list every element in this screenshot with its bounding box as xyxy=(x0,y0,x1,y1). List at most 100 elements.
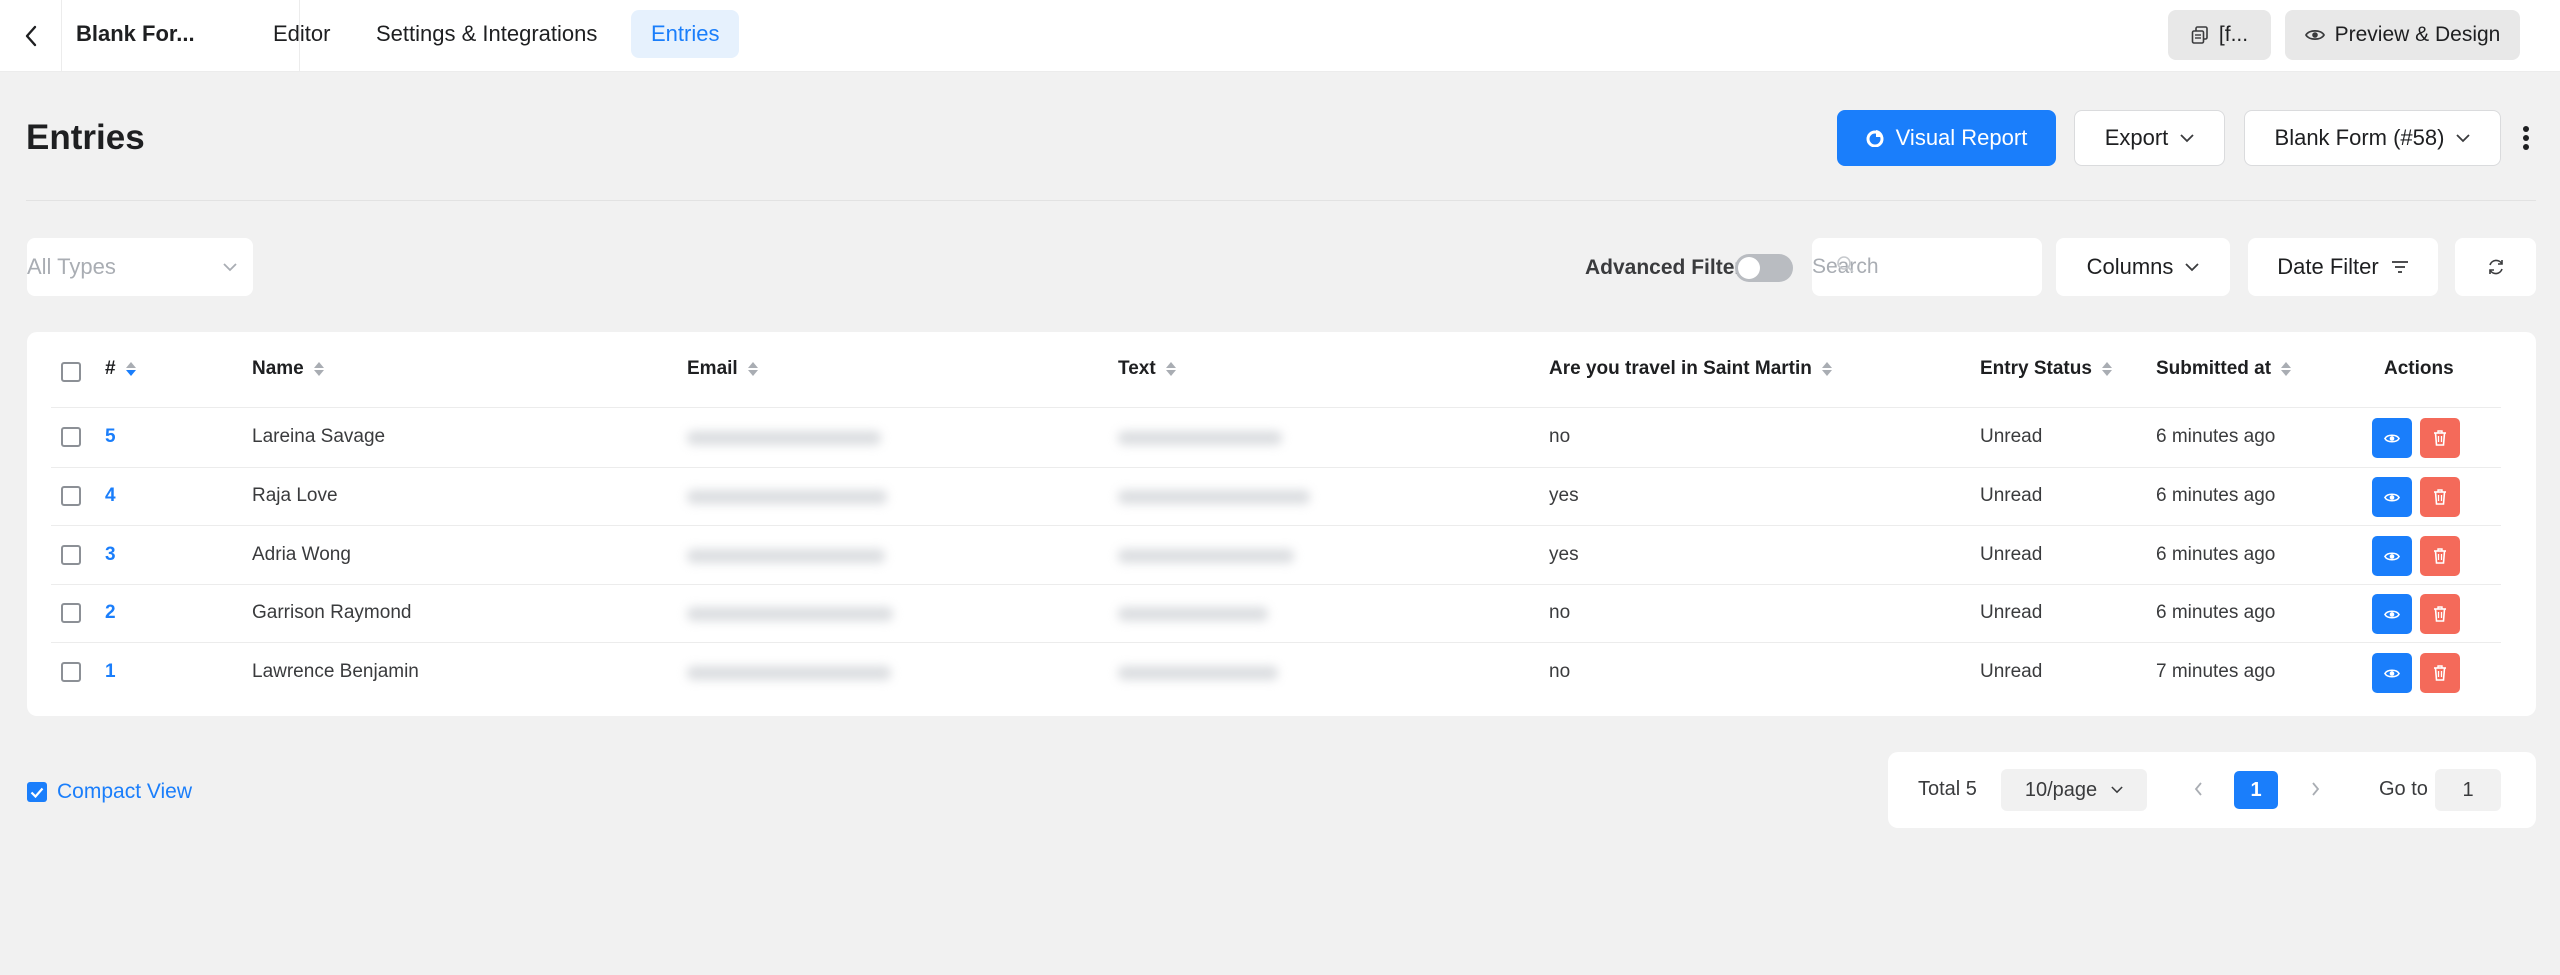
pagination: Total 5 10/page 1 Go to xyxy=(1888,752,2536,828)
entry-name: Lawrence Benjamin xyxy=(252,661,419,682)
back-button[interactable] xyxy=(0,0,62,72)
select-all-checkbox[interactable] xyxy=(61,362,81,382)
form-select-label: Blank Form (#58) xyxy=(2274,125,2445,150)
column-label: Actions xyxy=(2384,358,2454,379)
column-header-text[interactable]: Text xyxy=(1118,358,1176,380)
row-checkbox[interactable] xyxy=(61,603,81,623)
eye-icon xyxy=(2384,492,2400,502)
entry-name: Lareina Savage xyxy=(252,426,386,447)
column-header-id[interactable]: # xyxy=(105,358,136,380)
sort-icon xyxy=(125,362,136,376)
tab-editor[interactable]: Editor xyxy=(253,10,350,58)
entry-status: Unread xyxy=(1980,485,2043,506)
column-label: Name xyxy=(252,358,304,379)
entry-status: Unread xyxy=(1980,426,2043,447)
types-select[interactable]: All Types xyxy=(27,238,253,296)
next-page-button[interactable] xyxy=(2300,774,2330,804)
row-checkbox[interactable] xyxy=(61,662,81,682)
view-entry-button[interactable] xyxy=(2372,477,2412,517)
sort-icon xyxy=(1821,362,1832,376)
advanced-filter-label: Advanced Filter xyxy=(1585,256,1743,279)
column-label: Submitted at xyxy=(2156,358,2272,379)
row-divider xyxy=(51,642,2501,643)
entry-status: Unread xyxy=(1980,602,2043,623)
delete-entry-button[interactable] xyxy=(2420,594,2460,634)
compact-view-label: Compact View xyxy=(57,780,193,803)
preview-design-label: Preview & Design xyxy=(2334,23,2501,46)
advanced-filter-toggle[interactable] xyxy=(1735,254,1793,282)
more-options-icon[interactable] xyxy=(2516,122,2536,154)
compact-view-toggle[interactable]: Compact View xyxy=(27,780,192,804)
search-icon xyxy=(1837,256,1854,273)
trash-icon xyxy=(2434,548,2446,564)
date-filter-button[interactable]: Date Filter xyxy=(2248,238,2438,296)
eye-icon xyxy=(2384,609,2400,619)
header-divider-line xyxy=(51,407,2501,408)
entry-id-link[interactable]: 4 xyxy=(105,484,116,508)
toggle-knob xyxy=(1738,257,1760,279)
entry-name: Raja Love xyxy=(252,485,338,506)
preview-design-button[interactable]: Preview & Design xyxy=(2285,10,2520,60)
text-redacted xyxy=(1118,666,1278,680)
visual-report-button[interactable]: Visual Report xyxy=(1837,110,2056,166)
entry-id-link[interactable]: 5 xyxy=(105,425,116,449)
eye-icon xyxy=(2384,668,2400,678)
shortcode-label: [f... xyxy=(2218,23,2249,46)
column-label: Entry Status xyxy=(1980,358,2092,379)
column-header-status[interactable]: Entry Status xyxy=(1980,358,2112,380)
email-redacted xyxy=(687,431,881,445)
entry-submitted: 6 minutes ago xyxy=(2156,485,2276,506)
email-redacted xyxy=(687,607,893,621)
columns-button[interactable]: Columns xyxy=(2056,238,2230,296)
prev-page-button[interactable] xyxy=(2183,774,2213,804)
entry-id-link[interactable]: 1 xyxy=(105,660,116,684)
eye-icon xyxy=(2384,551,2400,561)
export-button[interactable]: Export xyxy=(2074,110,2225,166)
row-divider xyxy=(51,525,2501,526)
entry-id-link[interactable]: 3 xyxy=(105,543,116,567)
tab-entries[interactable]: Entries xyxy=(631,10,740,58)
sort-icon xyxy=(313,362,324,376)
page-1-button[interactable]: 1 xyxy=(2234,771,2278,809)
text-redacted xyxy=(1118,607,1268,621)
view-entry-button[interactable] xyxy=(2372,653,2412,693)
sort-icon xyxy=(747,362,758,376)
tab-settings-integrations[interactable]: Settings & Integrations xyxy=(356,10,617,58)
trash-icon xyxy=(2434,430,2446,446)
page-size-select[interactable]: 10/page xyxy=(2001,769,2147,811)
text-redacted xyxy=(1118,431,1282,445)
chevron-left-icon xyxy=(2194,782,2202,796)
view-entry-button[interactable] xyxy=(2372,594,2412,634)
shortcode-button[interactable]: [f... xyxy=(2168,10,2271,60)
column-header-name[interactable]: Name xyxy=(252,358,324,380)
email-redacted xyxy=(687,666,891,680)
column-label: # xyxy=(105,358,116,379)
column-header-actions: Actions xyxy=(2384,358,2454,380)
entry-name: Garrison Raymond xyxy=(252,602,412,623)
pie-chart-icon xyxy=(1866,130,1884,147)
goto-page-input[interactable] xyxy=(2435,769,2501,811)
column-header-email[interactable]: Email xyxy=(687,358,758,380)
view-entry-button[interactable] xyxy=(2372,536,2412,576)
row-checkbox[interactable] xyxy=(61,486,81,506)
delete-entry-button[interactable] xyxy=(2420,418,2460,458)
sort-icon xyxy=(1165,362,1176,376)
chevron-down-icon xyxy=(2180,133,2194,142)
entry-travel: yes xyxy=(1549,485,1579,506)
delete-entry-button[interactable] xyxy=(2420,477,2460,517)
delete-entry-button[interactable] xyxy=(2420,653,2460,693)
row-divider xyxy=(51,584,2501,585)
view-entry-button[interactable] xyxy=(2372,418,2412,458)
entry-id-link[interactable]: 2 xyxy=(105,601,116,625)
chevron-down-icon xyxy=(2456,133,2471,142)
delete-entry-button[interactable] xyxy=(2420,536,2460,576)
row-checkbox[interactable] xyxy=(61,427,81,447)
row-checkbox[interactable] xyxy=(61,545,81,565)
column-header-submitted[interactable]: Submitted at xyxy=(2156,358,2292,380)
column-label: Are you travel in Saint Martin xyxy=(1549,358,1812,379)
column-header-travel[interactable]: Are you travel in Saint Martin xyxy=(1549,358,1832,380)
text-redacted xyxy=(1118,490,1310,504)
refresh-icon xyxy=(2488,259,2503,275)
refresh-button[interactable] xyxy=(2455,238,2536,296)
form-select-button[interactable]: Blank Form (#58) xyxy=(2244,110,2501,166)
